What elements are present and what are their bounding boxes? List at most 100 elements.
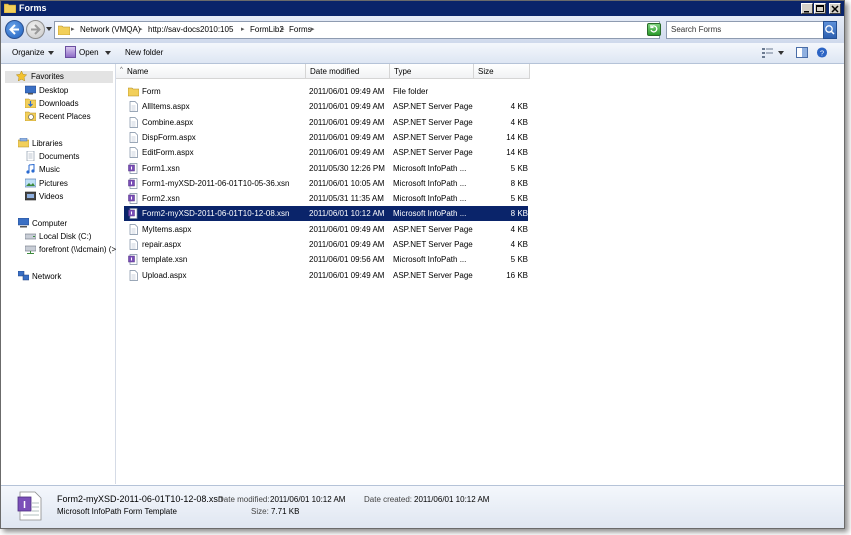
sidebar-item-favorites[interactable]: Favorites (5, 71, 113, 83)
file-name: Form2.xsn (142, 194, 180, 204)
infopath-file-icon (128, 193, 138, 204)
file-date-modified: 2011/06/01 09:49 AM (309, 117, 385, 127)
infopath-file-icon (128, 254, 138, 266)
forward-button[interactable] (26, 20, 45, 39)
breadcrumb-forms[interactable]: Forms (289, 25, 312, 34)
close-button[interactable] (829, 3, 841, 14)
file-name: Combine.aspx (142, 117, 194, 127)
file-row[interactable]: Upload.aspx 2011/06/01 09:49 AM ASP.NET Se… (124, 268, 528, 283)
file-size: 16 KB (506, 270, 528, 280)
new-folder-button[interactable]: New folder (125, 48, 163, 57)
file-row[interactable]: template.xsn 2011/06/01 09:56 AM Microsoft… (124, 252, 528, 267)
breadcrumb-network[interactable]: Network (VMQA) (80, 25, 140, 34)
file-row[interactable]: Form2-myXSD-2011-06-01T10-12-08.xsn 2011/… (124, 206, 528, 222)
column-header-date-modified[interactable]: Date modified (306, 64, 390, 79)
search-box[interactable] (666, 21, 824, 39)
file-name: repair.aspx (142, 240, 182, 249)
computer-icon (18, 218, 29, 228)
file-date-modified: 2011/06/01 09:49 AM (309, 224, 385, 234)
maximize-icon (816, 5, 824, 12)
organize-dropdown-icon[interactable] (48, 51, 54, 55)
documents-icon (26, 151, 35, 161)
file-row[interactable]: Combine.aspx 2011/06/01 09:49 AM ASP.NET S… (124, 115, 528, 130)
breadcrumb-separator-icon[interactable]: ▸ (241, 25, 245, 33)
search-icon (825, 25, 835, 35)
details-file-type: Microsoft InfoPath Form Template (57, 507, 177, 516)
minimize-icon (804, 11, 809, 13)
file-date-modified: 2011/05/30 12:26 PM (309, 163, 385, 173)
sidebar-label-favorites: Favorites (31, 72, 64, 81)
refresh-button[interactable] (647, 23, 661, 36)
file-size: 8 KB (510, 178, 528, 188)
aspx-file-icon (129, 147, 138, 159)
file-type: Microsoft InfoPath ... (393, 163, 467, 173)
file-name: EditForm.aspx (142, 148, 194, 158)
file-type: ASP.NET Server Page (393, 148, 473, 158)
file-date-modified: 2011/06/01 09:49 AM (309, 270, 385, 280)
file-date-modified: 2011/06/01 09:49 AM (309, 132, 385, 142)
breadcrumb-formlib2[interactable]: FormLib2 (250, 25, 284, 34)
file-size: 5 KB (510, 194, 528, 204)
search-button[interactable] (823, 21, 837, 39)
breadcrumb-separator-icon[interactable]: ▸ (311, 25, 315, 33)
infopath-file-icon (128, 208, 138, 220)
file-row[interactable]: repair.aspx 2011/06/01 09:49 AM ASP.NET Se… (124, 237, 528, 252)
file-row[interactable]: Form2.xsn 2011/05/31 11:35 AM Microsoft In… (124, 191, 528, 206)
recent-pages-dropdown-icon[interactable] (46, 27, 52, 32)
file-size: 4 KB (510, 240, 528, 249)
search-input[interactable] (671, 25, 811, 34)
column-header-name[interactable]: Name ^ (116, 64, 306, 79)
aspx-file-icon (129, 223, 138, 235)
open-dropdown-icon[interactable] (105, 51, 111, 55)
file-name: Form1-myXSD-2011-06-01T10-05-36.xsn (142, 178, 290, 188)
open-button[interactable]: Open (79, 48, 99, 57)
file-type: Microsoft InfoPath ... (393, 255, 467, 265)
file-row[interactable]: EditForm.aspx 2011/06/01 09:49 AM ASP.NET … (124, 145, 528, 160)
file-row[interactable]: Form1.xsn 2011/05/30 12:26 PM Microsoft In… (124, 161, 528, 176)
column-header-type[interactable]: Type (390, 64, 474, 79)
breadcrumb-site[interactable]: http://sav-docs2010:105 (148, 25, 233, 34)
file-row[interactable]: MyItems.aspx 2011/06/01 09:49 AM ASP.NET S… (124, 222, 528, 237)
preview-pane-icon[interactable] (796, 47, 808, 58)
details-size-label: Size: (251, 507, 269, 516)
details-created-value: 2011/06/01 10:12 AM (414, 495, 490, 504)
file-size: 5 KB (510, 163, 528, 173)
file-row[interactable]: Form 2011/06/01 09:49 AM File folder (124, 84, 528, 99)
infopath-file-icon: I (17, 491, 42, 521)
column-label-date: Date modified (310, 67, 360, 76)
breadcrumb-separator-icon[interactable]: ▸ (71, 25, 75, 33)
file-row[interactable]: AllItems.aspx 2011/06/01 09:49 AM ASP.NET … (124, 99, 528, 114)
views-icon[interactable] (762, 47, 774, 58)
file-row[interactable]: Form1-myXSD-2011-06-01T10-05-36.xsn 2011/… (124, 176, 528, 191)
file-row[interactable]: DispForm.aspx 2011/06/01 09:49 AM ASP.NET … (124, 130, 528, 145)
music-icon (26, 164, 35, 174)
navigation-pane: Favorites Desktop Downloads Recent Place… (1, 64, 116, 484)
address-bar[interactable]: ▸ Network (VMQA) ▸ http://sav-docs2010:1… (54, 21, 660, 39)
help-icon[interactable]: ? (816, 47, 828, 58)
breadcrumb-separator-icon[interactable]: ▸ (281, 25, 285, 33)
command-bar: Organize Open New folder ? (1, 43, 844, 64)
column-header-size[interactable]: Size (474, 64, 530, 79)
minimize-button[interactable] (801, 3, 813, 14)
file-date-modified: 2011/06/01 09:49 AM (309, 102, 385, 112)
folder-icon (4, 3, 16, 13)
sidebar-label-libraries: Libraries (32, 139, 63, 148)
file-type: ASP.NET Server Page (393, 117, 473, 127)
file-date-modified: 2011/06/01 09:49 AM (309, 87, 385, 96)
file-size: 4 KB (510, 117, 528, 127)
drive-icon (25, 233, 36, 240)
back-button[interactable] (5, 20, 24, 39)
file-name: Form2-myXSD-2011-06-01T10-12-08.xsn (142, 209, 290, 219)
folder-icon (58, 25, 70, 35)
maximize-button[interactable] (814, 3, 826, 14)
breadcrumb-separator-icon[interactable]: ▸ (139, 25, 143, 33)
file-size: 5 KB (510, 255, 528, 265)
organize-button[interactable]: Organize (12, 48, 44, 57)
views-dropdown-icon[interactable] (778, 51, 784, 55)
downloads-folder-icon (25, 98, 36, 108)
folder-icon (128, 87, 139, 97)
title-bar[interactable]: Forms (1, 1, 844, 16)
sidebar-label-music: Music (39, 165, 60, 174)
star-icon (16, 71, 27, 81)
file-type: ASP.NET Server Page (393, 132, 473, 142)
